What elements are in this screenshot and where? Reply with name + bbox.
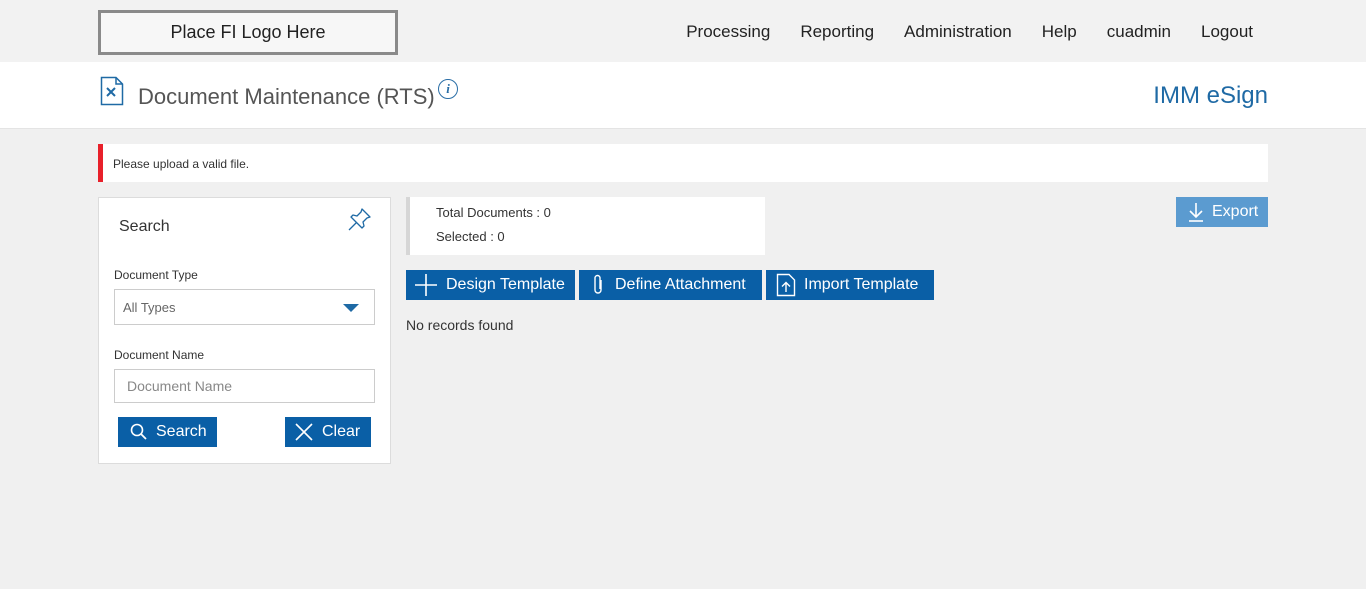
import-file-icon <box>776 273 796 297</box>
nav-processing[interactable]: Processing <box>686 22 770 42</box>
clear-button[interactable]: Clear <box>285 417 371 447</box>
nav-user[interactable]: cuadmin <box>1107 22 1171 42</box>
search-button-label: Search <box>156 423 207 440</box>
pin-icon[interactable] <box>347 206 373 232</box>
export-button[interactable]: Export <box>1176 197 1268 227</box>
selected-count: Selected : 0 <box>436 229 505 244</box>
nav-administration[interactable]: Administration <box>904 22 1012 42</box>
define-attachment-button[interactable]: Define Attachment <box>579 270 762 300</box>
import-template-label: Import Template <box>804 276 919 293</box>
export-button-label: Export <box>1212 203 1259 220</box>
search-icon <box>130 423 147 440</box>
document-maintenance-icon <box>100 76 124 106</box>
nav-logout[interactable]: Logout <box>1201 22 1253 42</box>
error-alert: Please upload a valid file. <box>98 144 1268 182</box>
close-icon <box>295 423 313 441</box>
define-attachment-label: Define Attachment <box>615 276 746 293</box>
top-bar: Place FI Logo Here Processing Reporting … <box>0 0 1366 62</box>
chevron-down-icon <box>343 304 359 312</box>
info-icon[interactable]: i <box>438 79 458 99</box>
design-template-label: Design Template <box>446 276 565 293</box>
document-name-input[interactable] <box>114 369 375 403</box>
document-type-select[interactable]: All Types <box>114 289 375 325</box>
document-name-label: Document Name <box>114 348 205 362</box>
nav-reporting[interactable]: Reporting <box>800 22 874 42</box>
download-icon <box>1189 203 1203 222</box>
paperclip-icon <box>594 274 602 294</box>
total-documents: Total Documents : 0 <box>436 205 551 220</box>
clear-button-label: Clear <box>322 423 361 440</box>
plus-icon <box>415 274 437 296</box>
nav-help[interactable]: Help <box>1042 22 1077 42</box>
search-panel-title: Search <box>119 218 170 235</box>
brand-name: IMM eSign <box>1153 82 1268 109</box>
empty-results-message: No records found <box>406 317 514 333</box>
page-title: Document Maintenance (RTS) <box>138 84 435 109</box>
design-template-button[interactable]: Design Template <box>406 270 575 300</box>
document-stats: Total Documents : 0 Selected : 0 <box>406 197 765 255</box>
import-template-button[interactable]: Import Template <box>766 270 934 300</box>
fi-logo-placeholder: Place FI Logo Here <box>98 10 398 55</box>
search-button[interactable]: Search <box>118 417 217 447</box>
main-nav: Processing Reporting Administration Help… <box>686 22 1253 42</box>
document-type-label: Document Type <box>114 268 198 282</box>
search-panel: Search Document Type All Types Document … <box>98 197 391 464</box>
document-type-value: All Types <box>123 300 176 315</box>
title-bar: Document Maintenance (RTS) i IMM eSign <box>0 62 1366 129</box>
